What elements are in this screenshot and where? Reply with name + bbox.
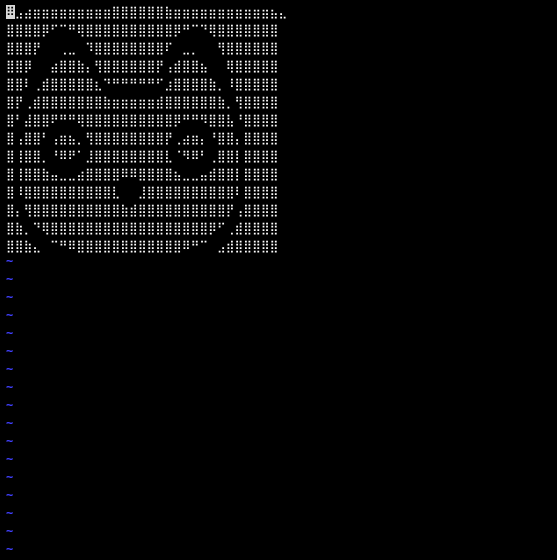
terminal-window[interactable]: ⠿⣠⣴⣶⣶⣶⣶⣶⣶⣶⣶⣶⣿⣿⣿⣿⣿⣿⣷⣶⣶⣶⣶⣶⣶⣶⣶⣶⣶⣶⣦⣄ ⣿⣿⣿⣿⡿⠋⠉⠛… bbox=[0, 0, 557, 560]
tilde-marker: ~ bbox=[6, 542, 14, 556]
tilde-marker: ~ bbox=[6, 344, 14, 358]
text-cursor: ⠿ bbox=[6, 5, 15, 19]
tilde-marker: ~ bbox=[6, 416, 14, 430]
text-line: ⣿⠃⣼⣿⣿⠟⠛⠛⢿⣿⣿⣿⣿⣿⣿⣿⣿⣿⣿⡿⠛⠛⠻⣿⣿⣧⠘⣿⣿⣿⣿ bbox=[6, 113, 279, 127]
tilde-marker: ~ bbox=[6, 272, 14, 286]
text-line: ⣿⣿⡿⠀⠀⣴⣿⣿⣷⡄⢻⣿⣿⣿⣿⣿⣿⡟⢠⣾⣿⣿⣦⠀⠀⢿⣿⣿⣿⣿⣿ bbox=[6, 59, 279, 73]
text-line: ⣿⢸⣿⣿⣷⣤⣀⣀⣴⣿⣿⣿⣿⠿⠿⣿⣿⣿⣿⣦⣀⣀⣤⣾⣿⣿⡇⣿⣿⣿⣿ bbox=[6, 167, 279, 181]
tilde-marker: ~ bbox=[6, 398, 14, 412]
tilde-marker: ~ bbox=[6, 452, 14, 466]
tilde-marker: ~ bbox=[6, 254, 14, 268]
tilde-marker: ~ bbox=[6, 362, 14, 376]
empty-line-markers: ~ ~ ~ ~ ~ ~ ~ ~ ~ ~ ~ ~ ~ ~ ~ ~ ~ bbox=[6, 252, 13, 558]
tilde-marker: ~ bbox=[6, 434, 14, 448]
tilde-marker: ~ bbox=[6, 470, 14, 484]
text-line-content: ⣠⣴⣶⣶⣶⣶⣶⣶⣶⣶⣶⣿⣿⣿⣿⣿⣿⣷⣶⣶⣶⣶⣶⣶⣶⣶⣶⣶⣶⣦⣄ bbox=[14, 5, 288, 19]
text-line: ⣿⣿⠇⢀⣾⣿⣿⣿⣿⣿⣆⠙⠛⠛⠛⠛⠛⠋⣰⣿⣿⣿⣿⣷⡀⠸⣿⣿⣿⣿⣿ bbox=[6, 77, 279, 91]
text-line: ⣿⣿⣿⣿⡿⠋⠉⠛⢿⣿⣿⣿⣿⣿⣿⣿⣿⣿⣿⡿⠛⠉⠙⢿⣿⣿⣿⣿⣿⣿⣿ bbox=[6, 23, 279, 37]
text-line: ⣿⠸⣿⣿⣿⣿⣿⣿⣿⣿⣿⣿⣇⠀⠀⣸⣿⣿⣿⣿⣿⣿⣿⣿⣿⣿⠇⣿⣿⣿⣿ bbox=[6, 185, 279, 199]
text-line: ⣿⢠⣿⣿⠃⢠⣶⣦⡀⢻⣿⣿⣿⣿⣿⣿⣿⣿⡟⢀⣴⣶⡄⠘⣿⣿⡄⣿⣿⣿⣿ bbox=[6, 131, 279, 145]
editor-buffer[interactable]: ⠿⣠⣴⣶⣶⣶⣶⣶⣶⣶⣶⣶⣿⣿⣿⣿⣿⣿⣷⣶⣶⣶⣶⣶⣶⣶⣶⣶⣶⣶⣦⣄ ⣿⣿⣿⣿⡿⠋⠉⠛… bbox=[6, 3, 287, 255]
tilde-marker: ~ bbox=[6, 524, 14, 538]
text-line: ⣿⢸⣿⣿⡀⠘⠿⠟⠁⣸⣿⣿⣿⣿⣿⣿⣿⣿⣇⠈⠻⠿⠃⢀⣿⣿⡇⣿⣿⣿⣿ bbox=[6, 149, 279, 163]
text-line: ⣿⡄⢻⣿⣿⣿⣿⣿⣿⣿⣿⣿⣿⣷⣾⣿⣿⣿⣿⣿⣿⣿⣿⣿⣿⡟⢠⣿⣿⣿⣿ bbox=[6, 203, 279, 217]
tilde-marker: ~ bbox=[6, 326, 14, 340]
text-line: ⣿⣿⣿⡟⠀⠀⢀⣀⠀⠹⣿⣿⣿⣿⣿⣿⣿⣿⠏⠀⣀⡀⠀⠀⢻⣿⣿⣿⣿⣿⣿ bbox=[6, 41, 279, 55]
text-line: ⠿⣠⣴⣶⣶⣶⣶⣶⣶⣶⣶⣶⣿⣿⣿⣿⣿⣿⣷⣶⣶⣶⣶⣶⣶⣶⣶⣶⣶⣶⣦⣄ bbox=[6, 3, 287, 21]
tilde-marker: ~ bbox=[6, 290, 14, 304]
tilde-marker: ~ bbox=[6, 506, 14, 520]
tilde-marker: ~ bbox=[6, 308, 14, 322]
text-line: ⣿⣿⣷⣄⠀⠉⠛⠿⣿⣿⣿⣿⣿⣿⣿⣿⣿⣿⣿⣿⠿⠛⠉⠀⣠⣾⣿⣿⣿⣿⣿ bbox=[6, 239, 279, 253]
text-line: ⣿⡟⢀⣾⣿⣿⣿⣿⣿⣿⣿⣷⣶⣶⣶⣶⣶⣾⣿⣿⣿⣿⣿⣿⣷⡀⢻⣿⣿⣿⣿ bbox=[6, 95, 279, 109]
tilde-marker: ~ bbox=[6, 488, 14, 502]
tilde-marker: ~ bbox=[6, 380, 14, 394]
text-line: ⣿⣷⡀⠙⢿⣿⣿⣿⣿⣿⣿⣿⣿⣿⣿⣿⣿⣿⣿⣿⣿⣿⣿⡿⠋⢀⣾⣿⣿⣿⣿ bbox=[6, 221, 279, 235]
